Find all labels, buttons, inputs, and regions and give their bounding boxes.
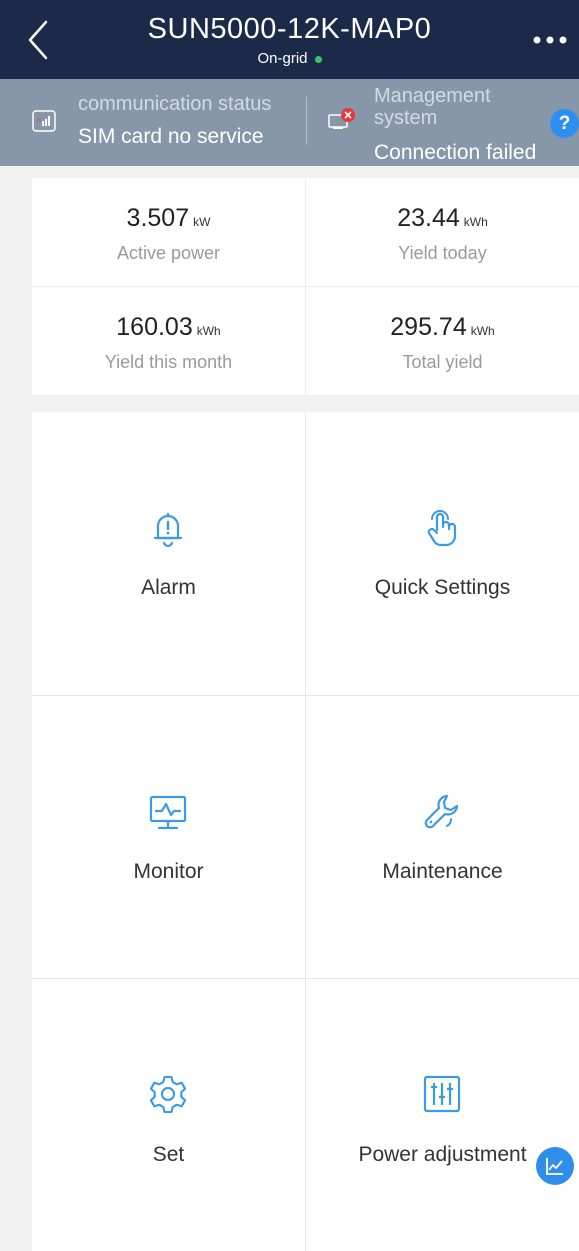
online-dot-icon	[314, 55, 322, 63]
stat-yield-month: 160.03 kWh Yield this month	[32, 287, 305, 395]
function-menu-grid: Alarm Quick Settings Monitor Maintenance	[32, 412, 579, 1251]
device-status: On-grid	[0, 50, 579, 67]
stat-active-power: 3.507 kW Active power	[32, 178, 305, 286]
gear-icon	[149, 1075, 187, 1114]
device-status-text: On-grid	[257, 50, 308, 67]
stat-total-yield: 295.74 kWh Total yield	[306, 287, 579, 395]
menu-item-alarm[interactable]: Alarm	[32, 412, 305, 695]
stat-value: 23.44	[397, 204, 460, 232]
stat-unit: kW	[193, 215, 211, 229]
communication-status-label: communication status	[78, 93, 272, 115]
menu-item-label: Quick Settings	[374, 576, 511, 599]
menu-item-set[interactable]: Set	[32, 979, 305, 1251]
menu-item-maintenance[interactable]: Maintenance	[306, 696, 579, 978]
menu-item-label: Monitor	[133, 860, 204, 883]
menu-item-label: Set	[152, 1143, 185, 1166]
sim-signal-icon: ×	[32, 110, 56, 132]
app-header: SUN5000-12K-MAP0 On-grid	[0, 0, 579, 79]
stat-unit: kWh	[196, 324, 221, 338]
management-error-icon	[328, 108, 355, 129]
monitor-chart-icon	[149, 795, 187, 830]
wrench-icon	[424, 794, 459, 829]
menu-item-monitor[interactable]: Monitor	[32, 696, 305, 978]
help-icon[interactable]: ?	[550, 109, 579, 138]
menu-item-quick-settings[interactable]: Quick Settings	[306, 412, 579, 695]
stat-unit: kWh	[463, 215, 488, 229]
stat-unit: kWh	[470, 324, 495, 338]
line-chart-icon	[546, 1158, 563, 1175]
management-system-value: Connection failed	[374, 141, 537, 164]
management-label-line2: system	[374, 107, 438, 129]
energy-stats-card: 3.507 kW Active power 23.44 kWh Yield toda…	[32, 178, 579, 395]
stats-divider	[305, 178, 306, 395]
stat-label: Active power	[116, 243, 221, 263]
stat-label: Yield today	[398, 243, 487, 263]
more-horizontal-icon[interactable]	[531, 22, 571, 58]
management-label-line1: Management	[374, 85, 491, 107]
chart-floating-button[interactable]	[536, 1147, 574, 1185]
stat-yield-today: 23.44 kWh Yield today	[306, 178, 579, 286]
status-divider	[306, 97, 307, 145]
menu-item-label: Maintenance	[382, 860, 503, 883]
stat-value: 3.507	[126, 204, 190, 232]
management-system-label: Management system	[374, 85, 524, 129]
stat-value: 160.03	[116, 313, 193, 341]
svg-text:×: ×	[36, 116, 42, 124]
hand-tap-icon	[427, 510, 457, 547]
stat-label: Yield this month	[104, 352, 233, 372]
menu-item-label: Alarm	[141, 576, 196, 599]
stat-label: Total yield	[402, 352, 483, 372]
device-title: SUN5000-12K-MAP0	[147, 13, 432, 45]
menu-item-power-adjustment[interactable]: Power adjustment	[306, 979, 579, 1251]
stat-value: 295.74	[390, 313, 467, 341]
connection-status-bar: × communication status SIM card no servi…	[0, 79, 579, 166]
sliders-icon	[423, 1075, 461, 1113]
bell-alert-icon	[153, 512, 183, 548]
communication-status-value: SIM card no service	[78, 125, 264, 148]
